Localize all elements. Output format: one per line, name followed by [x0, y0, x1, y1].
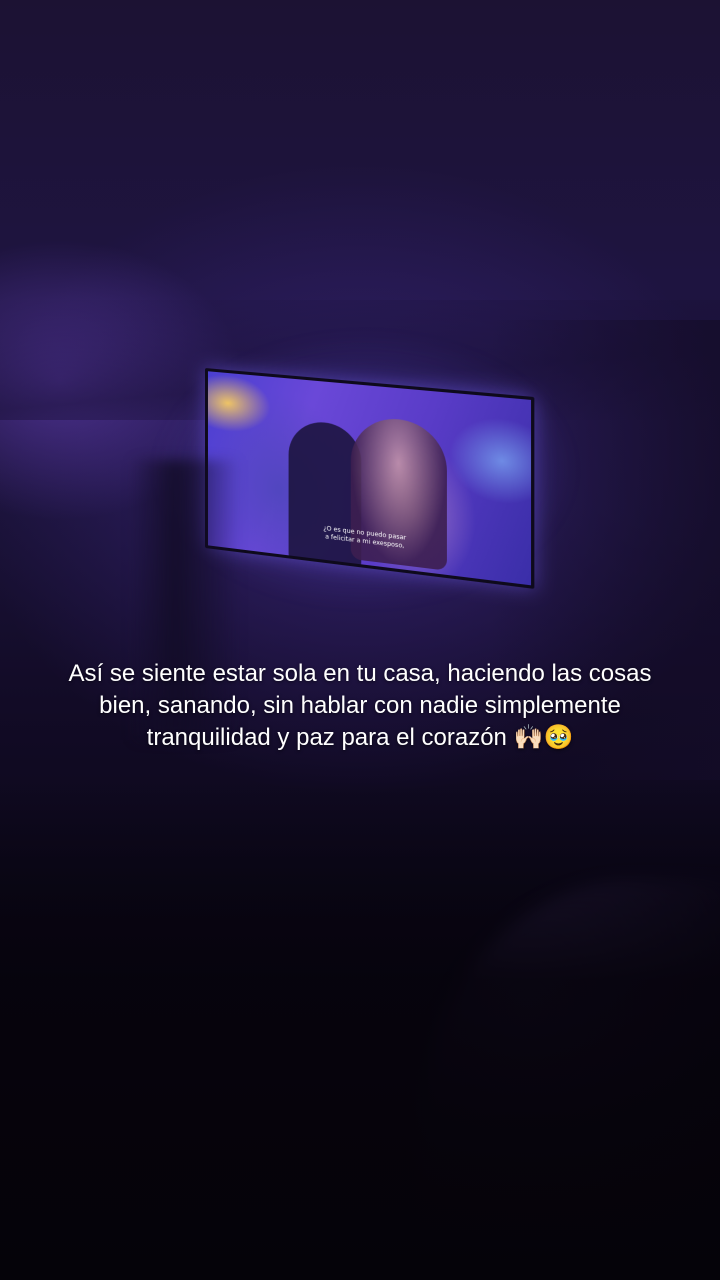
- tv-screen: ¿O es que no puedo pasar a felicitar a m…: [207, 371, 532, 586]
- caption-text: Así se siente estar sola en tu casa, hac…: [68, 660, 652, 751]
- foreground-shadow: [0, 780, 720, 1280]
- photo-scene: ¿O es que no puedo pasar a felicitar a m…: [0, 0, 720, 1280]
